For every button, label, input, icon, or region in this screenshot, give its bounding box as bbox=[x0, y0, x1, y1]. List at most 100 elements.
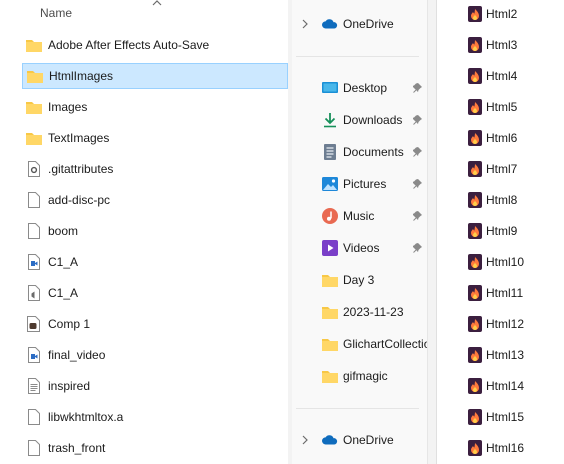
nav-label: 2023-11-23 bbox=[343, 305, 404, 319]
nav-label: Downloads bbox=[343, 113, 403, 127]
file-name: Images bbox=[48, 100, 88, 114]
html-file-icon bbox=[468, 130, 482, 146]
html-file-icon bbox=[468, 68, 482, 84]
nav-label: Videos bbox=[343, 241, 380, 255]
file-name: Html10 bbox=[486, 255, 525, 269]
file-name: Html9 bbox=[486, 224, 518, 238]
file-row[interactable]: Html14 bbox=[437, 373, 564, 399]
folder-icon bbox=[27, 68, 43, 84]
file-row[interactable]: trash_front bbox=[22, 435, 288, 461]
file-row[interactable]: C1_A bbox=[22, 249, 288, 275]
onedrive-icon bbox=[322, 16, 338, 32]
html-file-icon bbox=[468, 161, 482, 177]
html-file-icon bbox=[468, 223, 482, 239]
file-name: C1_A bbox=[48, 286, 79, 300]
file-row[interactable]: inspired bbox=[22, 373, 288, 399]
audio-file-icon bbox=[26, 285, 42, 301]
file-name: .gitattributes bbox=[48, 162, 114, 176]
pin-icon bbox=[413, 211, 422, 221]
file-name: Adobe After Effects Auto-Save bbox=[48, 38, 210, 52]
file-icon bbox=[26, 192, 42, 208]
nav-item-documents[interactable]: Documents bbox=[292, 138, 427, 166]
pin-icon bbox=[413, 179, 422, 189]
file-name: inspired bbox=[48, 379, 91, 393]
pin-icon bbox=[413, 115, 422, 125]
file-row[interactable]: Html5 bbox=[437, 94, 564, 120]
nav-label: Desktop bbox=[343, 81, 388, 95]
file-list-pane: Name Adobe After Effects Auto-Save HtmlI… bbox=[0, 0, 288, 464]
nav-separator bbox=[296, 56, 419, 57]
pin-icon bbox=[413, 147, 422, 157]
chevron-right-icon[interactable] bbox=[300, 435, 310, 445]
file-row[interactable]: .gitattributes bbox=[22, 156, 288, 182]
file-row[interactable]: C1_A bbox=[22, 280, 288, 306]
nav-item-desktop[interactable]: Desktop bbox=[292, 74, 427, 102]
folder-icon bbox=[322, 272, 338, 288]
file-name: Html3 bbox=[486, 38, 518, 52]
nav-separator bbox=[296, 408, 419, 409]
file-name: Html2 bbox=[486, 7, 518, 21]
file-name: TextImages bbox=[48, 131, 110, 145]
file-name: HtmlImages bbox=[49, 69, 114, 83]
file-row[interactable]: Html15 bbox=[437, 404, 564, 430]
documents-icon bbox=[322, 144, 338, 160]
file-row[interactable]: libwkhtmltox.a bbox=[22, 404, 288, 430]
html-file-icon bbox=[468, 409, 482, 425]
nav-item-onedrive[interactable]: OneDrive bbox=[292, 426, 427, 454]
nav-item-day-3[interactable]: Day 3 bbox=[292, 266, 427, 294]
pin-icon bbox=[413, 83, 422, 93]
file-row[interactable]: Html10 bbox=[437, 249, 564, 275]
html-file-icon bbox=[468, 440, 482, 456]
video-file-icon bbox=[26, 347, 42, 363]
chevron-right-icon[interactable] bbox=[300, 19, 310, 29]
file-row-selected[interactable]: HtmlImages bbox=[22, 63, 288, 89]
nav-item-pictures[interactable]: Pictures bbox=[292, 170, 427, 198]
file-row[interactable]: Html8 bbox=[437, 187, 564, 213]
folder-icon bbox=[26, 99, 42, 115]
pane-divider[interactable] bbox=[427, 0, 437, 464]
nav-item-videos[interactable]: Videos bbox=[292, 234, 427, 262]
file-name: Html15 bbox=[486, 410, 525, 424]
file-row[interactable]: Html7 bbox=[437, 156, 564, 182]
nav-item-2023-11-23[interactable]: 2023-11-23 bbox=[292, 298, 427, 326]
file-row[interactable]: add-disc-pc bbox=[22, 187, 288, 213]
file-row[interactable]: Html13 bbox=[437, 342, 564, 368]
file-row[interactable]: Html12 bbox=[437, 311, 564, 337]
file-name: final_video bbox=[48, 348, 106, 362]
folder-icon bbox=[26, 130, 42, 146]
file-row[interactable]: Html4 bbox=[437, 63, 564, 89]
nav-item-onedrive[interactable]: OneDrive bbox=[292, 10, 427, 38]
nav-item-music[interactable]: Music bbox=[292, 202, 427, 230]
file-row[interactable]: Html6 bbox=[437, 125, 564, 151]
folder-icon bbox=[322, 368, 338, 384]
file-name: C1_A bbox=[48, 255, 79, 269]
nav-label: Music bbox=[343, 209, 375, 223]
sort-arrow-icon[interactable] bbox=[151, 0, 163, 8]
file-row[interactable]: Html9 bbox=[437, 218, 564, 244]
file-name: Html14 bbox=[486, 379, 525, 393]
file-row[interactable]: Html16 bbox=[437, 435, 564, 461]
onedrive-icon bbox=[322, 432, 338, 448]
nav-label: Documents bbox=[343, 145, 404, 159]
file-row[interactable]: boom bbox=[22, 218, 288, 244]
file-name: Comp 1 bbox=[48, 317, 91, 331]
html-file-icon bbox=[468, 6, 482, 22]
file-row[interactable]: Html3 bbox=[437, 32, 564, 58]
navigation-pane: OneDrive Desktop Downloads Documents Pic… bbox=[292, 0, 427, 464]
nav-label: Day 3 bbox=[343, 273, 375, 287]
file-row[interactable]: Images bbox=[22, 94, 288, 120]
file-icon bbox=[26, 440, 42, 456]
file-row[interactable]: final_video bbox=[22, 342, 288, 368]
name-column-header[interactable]: Name bbox=[40, 6, 72, 20]
videos-icon bbox=[322, 240, 338, 256]
file-row[interactable]: Html2 bbox=[437, 1, 564, 27]
nav-item-downloads[interactable]: Downloads bbox=[292, 106, 427, 134]
file-row[interactable]: Html11 bbox=[437, 280, 564, 306]
nav-item-gifmagic[interactable]: gifmagic bbox=[292, 362, 427, 390]
file-name: Html12 bbox=[486, 317, 525, 331]
file-row[interactable]: Adobe After Effects Auto-Save bbox=[22, 32, 288, 58]
file-row[interactable]: TextImages bbox=[22, 125, 288, 151]
html-file-icon bbox=[468, 316, 482, 332]
nav-item-glichartcollection[interactable]: GlichartCollectio bbox=[292, 330, 427, 358]
file-row[interactable]: Comp 1 bbox=[22, 311, 288, 337]
